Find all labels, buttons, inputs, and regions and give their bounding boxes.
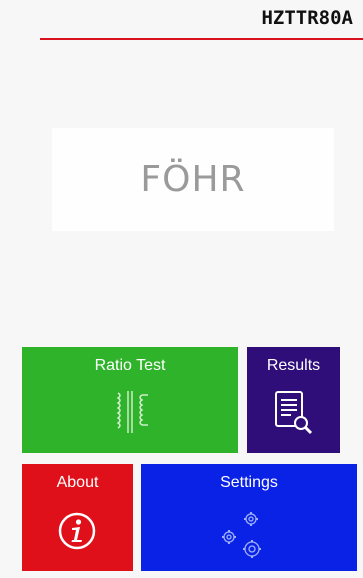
about-label: About [56,474,99,491]
info-icon [58,512,96,550]
brand-logo-text: FÖHR [140,159,246,200]
results-tile[interactable]: Results [247,347,340,453]
ratio-test-label: Ratio Test [94,357,166,374]
ratio-test-tile[interactable]: Ratio Test [22,347,238,453]
device-title: HZTTR80A [261,7,353,29]
settings-tile[interactable]: Settings [141,464,357,571]
transformer-icon [116,391,148,433]
gears-icon [222,512,261,558]
document-search-icon [275,391,313,435]
about-tile[interactable]: About [22,464,133,571]
brand-logo-panel: FÖHR [52,128,334,231]
results-label: Results [266,357,321,374]
header-divider [40,38,363,40]
settings-label: Settings [220,474,278,491]
